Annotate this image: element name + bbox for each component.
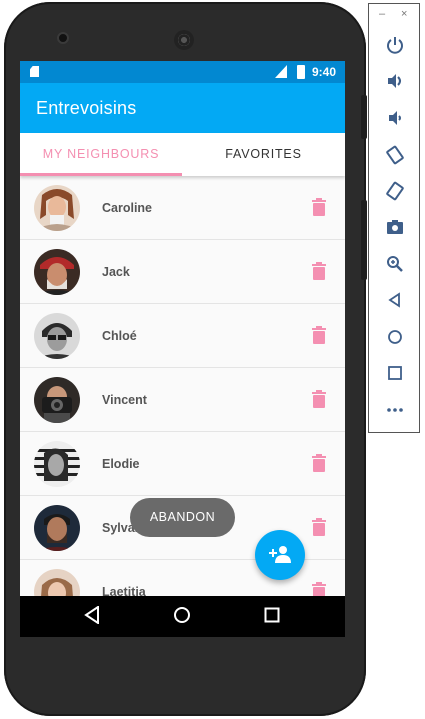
power-icon[interactable] (385, 35, 405, 55)
avatar (34, 249, 80, 295)
list-item[interactable]: Vincent (20, 368, 345, 432)
recents-icon[interactable] (264, 606, 280, 624)
avatar (34, 313, 80, 359)
emulator-toolbar: – × (368, 3, 420, 433)
close-button[interactable]: × (401, 8, 407, 20)
list-item[interactable]: Elodie (20, 432, 345, 496)
delete-icon[interactable] (312, 454, 326, 472)
navigation-bar (20, 596, 345, 637)
tab-indicator (20, 173, 182, 176)
neighbour-name: Caroline (102, 201, 153, 215)
camera-icon[interactable] (385, 217, 405, 237)
back-icon[interactable] (84, 606, 100, 624)
tab-my-neighbours[interactable]: MY NEIGHBOURS (20, 133, 182, 176)
rotate-right-icon[interactable] (385, 181, 405, 201)
sd-card-icon (30, 66, 39, 77)
home-icon[interactable] (385, 327, 405, 347)
neighbour-name: Elodie (102, 457, 140, 471)
list-item[interactable]: Jack (20, 240, 345, 304)
rotate-left-icon[interactable] (385, 145, 405, 165)
delete-icon[interactable] (312, 262, 326, 280)
status-bar: 9:40 (20, 61, 345, 83)
app-title: Entrevoisins (36, 98, 137, 118)
add-person-icon (269, 546, 291, 563)
overview-icon[interactable] (385, 363, 405, 383)
front-camera (57, 32, 69, 44)
add-neighbour-button[interactable] (255, 530, 305, 580)
avatar (34, 505, 80, 551)
zoom-icon[interactable] (385, 254, 405, 274)
neighbour-name: Vincent (102, 393, 147, 407)
avatar (34, 185, 80, 231)
list-item[interactable]: Chloé (20, 304, 345, 368)
list-item[interactable]: Caroline (20, 176, 345, 240)
tab-favorites[interactable]: FAVORITES (182, 133, 345, 176)
minimize-button[interactable]: – (379, 8, 385, 20)
back-icon[interactable] (385, 290, 405, 310)
signal-icon (275, 65, 287, 78)
earpiece-speaker (174, 30, 194, 50)
delete-icon[interactable] (312, 390, 326, 408)
status-time: 9:40 (312, 65, 337, 79)
app-bar: Entrevoisins (20, 83, 345, 133)
delete-icon[interactable] (312, 326, 326, 344)
avatar (34, 441, 80, 487)
tab-bar: MY NEIGHBOURS FAVORITES (20, 133, 345, 176)
more-icon[interactable] (385, 400, 405, 420)
volume-side-button[interactable] (361, 200, 367, 280)
delete-icon[interactable] (312, 198, 326, 216)
toast-message: ABANDON (130, 498, 235, 537)
power-side-button[interactable] (361, 95, 367, 139)
delete-icon[interactable] (312, 518, 326, 536)
home-icon[interactable] (173, 606, 191, 624)
battery-icon (297, 65, 305, 79)
neighbour-name: Chloé (102, 329, 137, 343)
device-screen: 9:40 Entrevoisins MY NEIGHBOURS FAVORITE… (20, 61, 345, 637)
volume-down-icon[interactable] (385, 108, 405, 128)
volume-up-icon[interactable] (385, 71, 405, 91)
neighbour-name: Jack (102, 265, 130, 279)
avatar (34, 377, 80, 423)
